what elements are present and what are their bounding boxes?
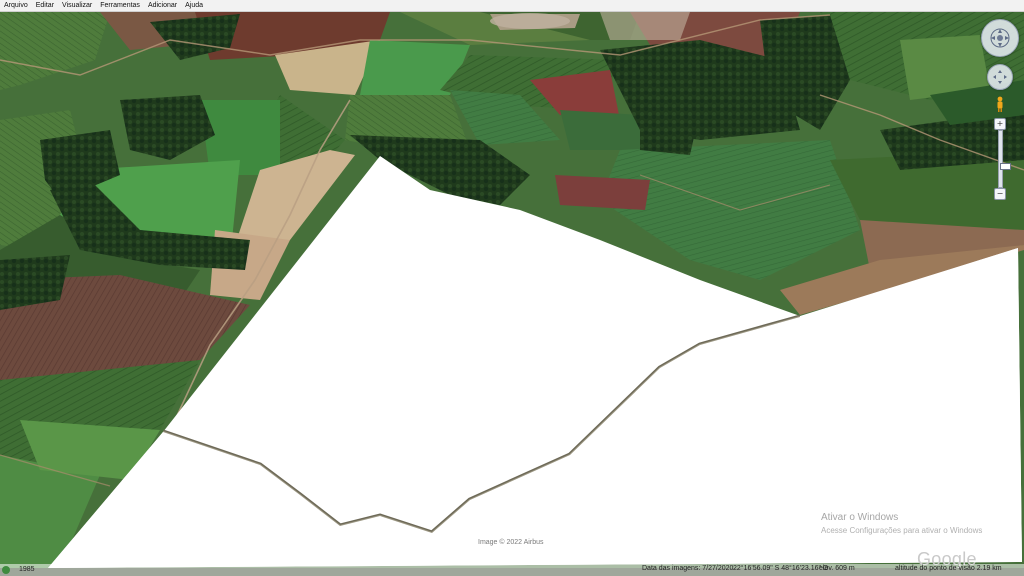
status-bar: Data das imagens: 7/27/2020 22°16'56.09"… <box>0 564 1024 576</box>
look-around-icon <box>982 20 1018 56</box>
look-around-control[interactable] <box>981 19 1019 57</box>
eye-altitude: altitude do ponto de visão 2.19 km <box>895 565 1002 572</box>
activation-watermark-subtitle: Acesse Configurações para ativar o Windo… <box>821 526 983 535</box>
historical-imagery-icon[interactable] <box>2 566 10 574</box>
historical-year: 1985 <box>19 566 35 573</box>
zoom-track[interactable] <box>998 130 1011 188</box>
menu-adicionar[interactable]: Adicionar <box>144 0 181 11</box>
image-credit: Image © 2022 Airbus <box>478 539 544 546</box>
zoom-thumb[interactable] <box>1000 163 1011 170</box>
zoom-slider[interactable]: + − <box>994 118 1011 200</box>
activation-watermark-title: Ativar o Windows <box>821 512 899 523</box>
menu-arquivo[interactable]: Arquivo <box>0 0 32 11</box>
imagery-date: Data das imagens: 7/27/2020 <box>642 565 734 572</box>
menu-editar[interactable]: Editar <box>32 0 58 11</box>
cursor-coordinates: 22°16'56.09" S 48°16'23.16" O <box>733 565 829 572</box>
move-icon <box>988 65 1012 89</box>
move-control[interactable] <box>987 64 1013 90</box>
elevation: elev. 609 m <box>819 565 855 572</box>
satellite-imagery[interactable] <box>0 12 1024 568</box>
menu-bar: Arquivo Editar Visualizar Ferramentas Ad… <box>0 0 1024 12</box>
map-viewport[interactable]: Image © 2022 Airbus Ativar o Windows Ace… <box>0 12 1024 568</box>
zoom-in-button[interactable]: + <box>994 118 1006 130</box>
menu-ferramentas[interactable]: Ferramentas <box>96 0 144 11</box>
zoom-out-button[interactable]: − <box>994 188 1006 200</box>
menu-ajuda[interactable]: Ajuda <box>181 0 207 11</box>
navigation-controls: + − <box>978 14 1022 204</box>
pegman-icon[interactable] <box>996 96 1004 112</box>
menu-visualizar[interactable]: Visualizar <box>58 0 96 11</box>
